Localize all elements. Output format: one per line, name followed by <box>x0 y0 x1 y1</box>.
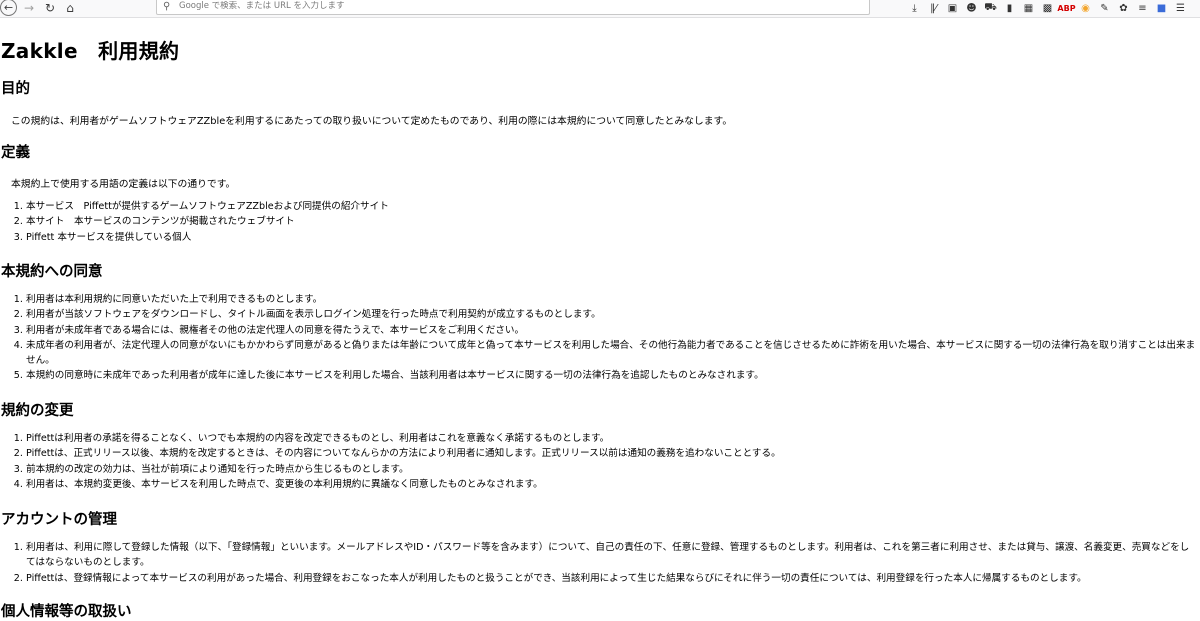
url-input[interactable] <box>175 1 825 11</box>
browser-toolbar: ← → ↻ ⌂ ⚲ ⤓ ‖⁄ ▣ ☻ ⛟ ▮ ▦ ▩ ABP ◉ ✎ ✿ ≡ ■… <box>0 0 1200 18</box>
section-text-definitions: 本規約上で使用する用語の定義は以下の通りです。 <box>11 179 236 190</box>
list-item: 未成年者の利用者が、法定代理人の同意がないにもかかわらず同意があると偽りまたは年… <box>26 338 1198 369</box>
list-item: 本規約の同意時に未成年であった利用者が成年に達した後に本サービスを利用した場合、… <box>26 368 1198 383</box>
page-title: Zakkle 利用規約 <box>1 39 180 63</box>
pen-icon[interactable]: ✎ <box>1095 1 1114 15</box>
forward-arrow-icon[interactable]: → <box>21 0 37 16</box>
section-heading-consent: 本規約への同意 <box>1 264 103 280</box>
section-heading-purpose: 目的 <box>1 81 30 97</box>
bag-icon[interactable]: ▮ <box>1000 1 1019 15</box>
list-item: 利用者は、利用に際して登録した情報（以下、「登録情報」といいます。メールアドレス… <box>26 540 1198 571</box>
reload-icon[interactable]: ↻ <box>42 0 58 16</box>
list-item: 本サイト 本サービスのコンテンツが掲載されたウェブサイト <box>26 214 1198 229</box>
toolbar-icons: ⤓ ‖⁄ ▣ ☻ ⛟ ▮ ▦ ▩ ABP ◉ ✎ ✿ ≡ ■ ☰ <box>905 0 1190 16</box>
section-text-purpose: この規約は、利用者がゲームソフトウェアZZbleを利用するにあたっての取り扱いに… <box>11 116 733 127</box>
list-item: 前本規約の改定の効力は、当社が前項により通知を行った時点から生じるものとします。 <box>26 462 1198 477</box>
list-item: 利用者は本利用規約に同意いただいた上で利用できるものとします。 <box>26 292 1198 307</box>
save-icon[interactable]: ■ <box>1152 1 1171 15</box>
library-icon[interactable]: ‖⁄ <box>924 1 943 15</box>
lock-icon[interactable]: ⛟ <box>981 1 1000 15</box>
list-item: Piffett 本サービスを提供している個人 <box>26 230 1198 245</box>
container-icon[interactable]: ▩ <box>1038 1 1057 15</box>
list-item: 利用者は、本規約変更後、本サービスを利用した時点で、変更後の本利用規約に異議なく… <box>26 477 1198 492</box>
list-item: Piffettは、正式リリース以後、本規約を改定するときは、その内容についてなん… <box>26 446 1198 461</box>
section-heading-definitions: 定義 <box>1 145 30 161</box>
grid-icon[interactable]: ▦ <box>1019 1 1038 15</box>
url-bar[interactable]: ⚲ <box>156 0 870 15</box>
menu-icon[interactable]: ☰ <box>1171 1 1190 15</box>
list-item: 利用者が未成年者である場合には、親権者その他の法定代理人の同意を得たうえで、本サ… <box>26 323 1198 338</box>
account-icon[interactable]: ☻ <box>962 1 981 15</box>
definitions-list: 本サービス Piffettが提供するゲームソフトウェアZZbleおよび同提供の紹… <box>0 199 1198 245</box>
list-item: Piffettは利用者の承諾を得ることなく、いつでも本規約の内容を改定できるもの… <box>26 431 1198 446</box>
search-icon: ⚲ <box>163 0 171 12</box>
leaf-icon[interactable]: ✿ <box>1114 1 1133 15</box>
settings-icon[interactable]: ≡ <box>1133 1 1152 15</box>
reader-icon[interactable]: ▣ <box>943 1 962 15</box>
list-item: 本サービス Piffettが提供するゲームソフトウェアZZbleおよび同提供の紹… <box>26 199 1198 214</box>
consent-list: 利用者は本利用規約に同意いただいた上で利用できるものとします。 利用者が当該ソフ… <box>0 292 1198 384</box>
changes-list: Piffettは利用者の承諾を得ることなく、いつでも本規約の内容を改定できるもの… <box>0 431 1198 492</box>
extension-icon[interactable]: ◉ <box>1076 1 1095 15</box>
section-heading-changes: 規約の変更 <box>1 403 74 419</box>
adblock-icon[interactable]: ABP <box>1057 1 1076 15</box>
back-arrow-icon[interactable]: ← <box>0 0 17 16</box>
list-item: 利用者が当該ソフトウェアをダウンロードし、タイトル画面を表示しログイン処理を行っ… <box>26 307 1198 322</box>
section-heading-privacy: 個人情報等の取扱い <box>1 604 132 620</box>
section-heading-account: アカウントの管理 <box>1 512 117 528</box>
list-item: Piffettは、登録情報によって本サービスの利用があった場合、利用登録をおこな… <box>26 571 1198 586</box>
download-icon[interactable]: ⤓ <box>905 1 924 15</box>
account-list: 利用者は、利用に際して登録した情報（以下、「登録情報」といいます。メールアドレス… <box>0 540 1198 586</box>
home-icon[interactable]: ⌂ <box>62 0 78 16</box>
